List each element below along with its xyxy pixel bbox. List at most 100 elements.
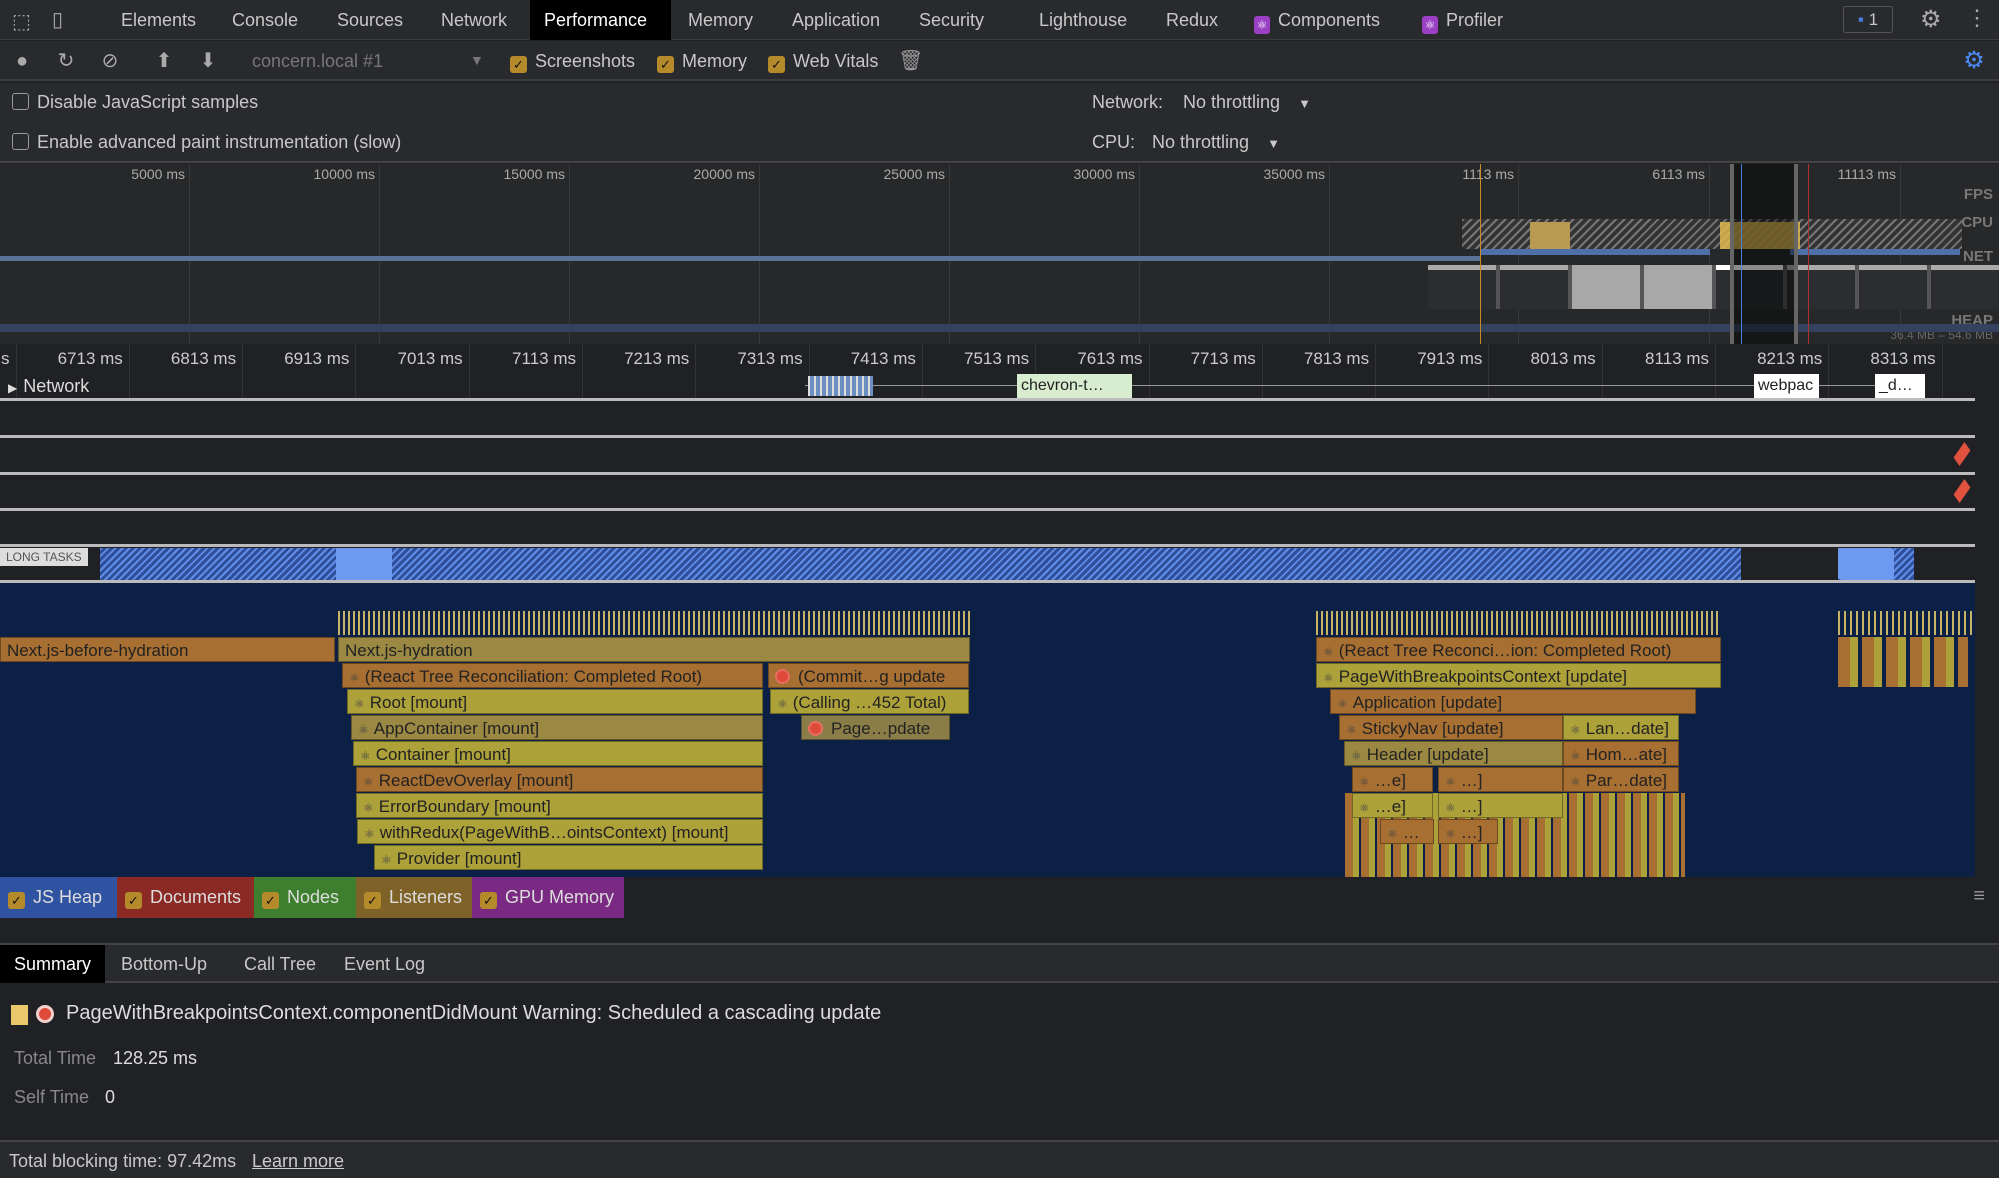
device-toolbar-icon[interactable]: ▯: [52, 7, 63, 32]
flame-bar[interactable]: ⚛ Container [mount]: [353, 741, 763, 766]
tab-elements[interactable]: Elements: [107, 0, 210, 40]
flame-bar[interactable]: ⚛ Provider [mount]: [374, 845, 763, 870]
timeline-overview[interactable]: 5000 ms 10000 ms 15000 ms 20000 ms 25000 ms 3…: [0, 164, 1999, 344]
overview-gridline: [189, 164, 190, 344]
upload-icon[interactable]: ⬆: [152, 49, 176, 73]
network-track-toggle[interactable]: ▶ Network: [8, 376, 89, 397]
network-request[interactable]: chevron-t…: [1017, 374, 1132, 398]
flame-bar[interactable]: ⚛ …e]: [1352, 793, 1433, 818]
flame-bar[interactable]: ⚛ Hom…ate]: [1563, 741, 1679, 766]
overview-tick-label: 10000 ms: [313, 166, 375, 182]
flame-bar[interactable]: ⚛ …e]: [1352, 767, 1433, 792]
total-time-value: 128.25 ms: [113, 1048, 198, 1068]
tab-call-tree[interactable]: Call Tree: [230, 945, 330, 983]
flame-bar[interactable]: ⚛ ErrorBoundary [mount]: [356, 793, 763, 818]
flame-bar[interactable]: ⚛ withRedux(PageWithB…ointsContext) [moun…: [357, 819, 763, 844]
network-request[interactable]: [808, 376, 873, 396]
tab-lighthouse[interactable]: Lighthouse: [1025, 0, 1141, 40]
flame-bar[interactable]: ⚛ Application [update]: [1330, 689, 1696, 714]
disable-js-samples-checkbox[interactable]: Disable JavaScript samples: [12, 92, 258, 113]
tab-summary[interactable]: Summary: [0, 945, 106, 983]
tab-profiler[interactable]: ⚛ Profiler: [1408, 0, 1517, 40]
tab-performance[interactable]: Performance: [530, 0, 671, 40]
counter-toggle-nodes[interactable]: ✓ Nodes: [254, 877, 356, 918]
network-throttling-select[interactable]: No throttling ▼: [1183, 92, 1311, 113]
counter-toggle-gpu-memory[interactable]: ✓ GPU Memory: [472, 877, 624, 918]
flame-bar[interactable]: ⚛ AppContainer [mount]: [351, 715, 763, 740]
tab-components[interactable]: ⚛ Components: [1240, 0, 1394, 40]
flame-bar[interactable]: Next.js-hydration: [338, 637, 970, 662]
flame-bar[interactable]: ⚛ Header [update]: [1344, 741, 1563, 766]
flame-bar[interactable]: ⚛ Root [mount]: [347, 689, 763, 714]
react-icon: ⚛: [354, 697, 365, 711]
network-request[interactable]: webpac: [1754, 374, 1819, 398]
flame-bar[interactable]: Next.js-before-hydration: [0, 637, 335, 662]
flame-bar[interactable]: ⚛ Lan…date]: [1563, 715, 1679, 740]
overview-gridline: [759, 164, 760, 344]
flame-bar-label: (Calling …452 Total): [792, 693, 947, 712]
capture-settings-icon[interactable]: ⚙: [1962, 49, 1986, 73]
memory-checkbox[interactable]: ✓ Memory: [657, 51, 747, 73]
long-task[interactable]: [1838, 548, 1894, 580]
chevron-down-icon[interactable]: ▼: [470, 52, 484, 68]
record-icon[interactable]: ●: [10, 49, 34, 73]
tab-redux[interactable]: Redux: [1152, 0, 1232, 40]
cpu-throttling-select[interactable]: No throttling ▼: [1152, 132, 1280, 153]
tab-memory[interactable]: Memory: [674, 0, 767, 40]
flame-bar[interactable]: ⚛ (Calling …452 Total): [770, 689, 969, 714]
tab-network[interactable]: Network: [427, 0, 521, 40]
flame-bar[interactable]: ⚛ …]: [1438, 767, 1563, 792]
details-tab-bar: Summary Bottom-Up Call Tree Event Log: [0, 943, 1999, 983]
inspect-element-icon[interactable]: ⬚: [12, 9, 31, 34]
flame-bar[interactable]: ⚛ …]: [1438, 793, 1563, 818]
self-time-value: 0: [105, 1087, 116, 1107]
reload-icon[interactable]: ↻: [54, 49, 78, 73]
counter-toggle-documents[interactable]: ✓ Documents: [117, 877, 254, 918]
flame-bar[interactable]: ⚛ StickyNav [update]: [1339, 715, 1563, 740]
react-icon: ⚛: [1445, 801, 1456, 815]
counter-toggle-js-heap[interactable]: ✓ JS Heap: [0, 877, 117, 918]
network-track[interactable]: ▶ Network chevron-t… webpac _d…: [0, 372, 1975, 400]
long-tasks-label: LONG TASKS: [0, 548, 88, 566]
flame-bar[interactable]: (Commit…g update: [768, 663, 969, 688]
trash-icon[interactable]: 🗑: [898, 49, 923, 73]
tab-event-log[interactable]: Event Log: [330, 945, 439, 983]
track-divider: [0, 435, 1975, 438]
tab-application[interactable]: Application: [778, 0, 894, 40]
profile-select[interactable]: concern.local #1: [252, 51, 383, 72]
more-menu-icon[interactable]: ⋮: [1966, 5, 1988, 31]
react-icon: ⚛: [1337, 697, 1348, 711]
flame-bar[interactable]: ⚛ ReactDevOverlay [mount]: [356, 767, 763, 792]
flame-bar[interactable]: Page…pdate: [801, 715, 950, 740]
overview-tick-label: 11113 ms: [1837, 166, 1896, 182]
flame-bar[interactable]: ⚛ …]: [1438, 819, 1498, 844]
download-icon[interactable]: ⬇: [196, 49, 220, 73]
marker-line: [1480, 164, 1481, 344]
learn-more-link[interactable]: Learn more: [252, 1151, 344, 1172]
flame-bar[interactable]: ⚛ (React Tree Reconciliation: Completed R…: [342, 663, 763, 688]
flame-bar[interactable]: ⚛…: [1380, 819, 1434, 844]
issues-button[interactable]: ▪ 1: [1843, 6, 1893, 33]
counter-toggle-listeners[interactable]: ✓ Listeners: [356, 877, 472, 918]
screenshots-checkbox[interactable]: ✓ Screenshots: [510, 51, 635, 73]
tab-security[interactable]: Security: [905, 0, 998, 40]
tab-console[interactable]: Console: [218, 0, 312, 40]
timings-flame-chart[interactable]: Next.js-before-hydration Next.js-hydratio…: [0, 583, 1975, 877]
flame-bar[interactable]: ⚛ PageWithBreakpointsContext [update]: [1316, 663, 1721, 688]
network-request[interactable]: _d…: [1875, 374, 1925, 398]
flame-bar-label: Page…pdate: [831, 719, 931, 738]
web-vital-marker[interactable]: [1953, 441, 1971, 467]
long-task[interactable]: [336, 548, 392, 580]
flame-bar[interactable]: ⚛ Par…date]: [1563, 767, 1679, 792]
advanced-paint-checkbox[interactable]: Enable advanced paint instrumentation (s…: [12, 132, 401, 153]
message-icon: ▪: [1857, 10, 1864, 29]
hamburger-menu-icon[interactable]: ≡: [1973, 885, 1985, 908]
settings-gear-icon[interactable]: ⚙: [1920, 5, 1942, 34]
tab-sources[interactable]: Sources: [323, 0, 417, 40]
web-vital-marker[interactable]: [1953, 478, 1971, 504]
ruler-tick-label: 6813 ms: [170, 349, 237, 368]
web-vitals-checkbox[interactable]: ✓ Web Vitals: [768, 51, 878, 73]
tab-bottom-up[interactable]: Bottom-Up: [107, 945, 221, 983]
clear-icon[interactable]: ⊘: [98, 49, 122, 73]
flame-bar[interactable]: ⚛ (React Tree Reconci…ion: Completed Root…: [1316, 637, 1721, 662]
